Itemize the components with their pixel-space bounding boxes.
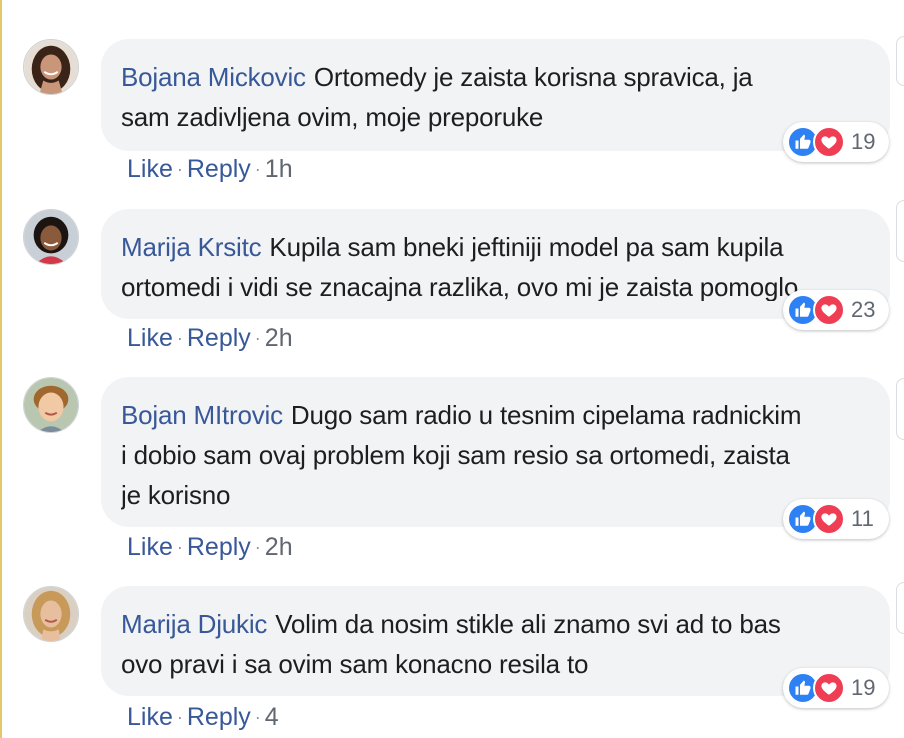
avatar[interactable] — [23, 209, 79, 265]
separator-dot: · — [176, 537, 183, 557]
comment-text: sam zadivljena ovim, moje preporuke — [121, 102, 544, 132]
separator-dot: · — [176, 328, 183, 348]
comment-actions: Like · Reply · 1h — [127, 154, 293, 184]
separator-dot: · — [176, 707, 183, 727]
comment-text: Volim da nosim stikle ali znamo svi ad t… — [275, 609, 781, 639]
comment-actions: Like · Reply · 4 — [127, 702, 279, 732]
comment-timestamp[interactable]: 1h — [265, 154, 293, 184]
like-link[interactable]: Like — [127, 532, 173, 562]
avatar[interactable] — [23, 39, 79, 95]
reaction-count: 19 — [851, 675, 876, 700]
comment-author[interactable]: Bojana Mickovic — [121, 62, 306, 92]
reply-link[interactable]: Reply — [187, 154, 251, 184]
heart-icon — [813, 503, 845, 535]
reply-link[interactable]: Reply — [187, 532, 251, 562]
comment-bubble: Marija Djukic Volim da nosim stikle ali z… — [101, 586, 890, 708]
reactions-summary[interactable]: 11 — [783, 499, 889, 539]
comment-text: ovo pravi i sa ovim sam konacno resila t… — [121, 649, 589, 679]
reactions-summary[interactable]: 19 — [783, 668, 889, 708]
separator-dot: · — [254, 328, 261, 348]
reactions-summary[interactable]: 19 — [783, 122, 889, 162]
comment-author[interactable]: Marija Djukic — [121, 609, 267, 639]
like-link[interactable]: Like — [127, 323, 173, 353]
comment-timestamp[interactable]: 2h — [265, 532, 293, 562]
heart-icon — [813, 294, 845, 326]
separator-dot: · — [254, 537, 261, 557]
comment-line: ortomedi i vidi se znacajna razlika, ovo… — [121, 267, 870, 301]
adjacent-card-edge — [896, 378, 904, 440]
avatar[interactable] — [23, 377, 79, 433]
comment-line: Bojana Mickovic Ortomedy je zaista korisn… — [121, 57, 870, 97]
comment-line: je korisno — [121, 475, 870, 515]
adjacent-card-edge — [896, 200, 904, 262]
comment-text: ortomedi i vidi se znacajna razlika, ovo… — [121, 272, 799, 301]
comment-bubble: Bojan MItrovic Dugo sam radio u tesnim ci… — [101, 377, 890, 539]
heart-icon — [813, 672, 845, 704]
avatar[interactable] — [23, 586, 79, 642]
left-border-accent — [0, 0, 2, 738]
reaction-count: 19 — [851, 129, 876, 154]
like-link[interactable]: Like — [127, 154, 173, 184]
comment-text: Kupila sam bneki jeftiniji model pa sam … — [269, 232, 784, 262]
comment-line: ovo pravi i sa ovim sam konacno resila t… — [121, 644, 870, 684]
adjacent-card-edge — [896, 582, 904, 634]
reply-link[interactable]: Reply — [187, 323, 251, 353]
adjacent-card-edge — [896, 36, 904, 86]
separator-dot: · — [254, 159, 261, 179]
like-link[interactable]: Like — [127, 702, 173, 732]
comment-line: Marija Krsitc Kupila sam bneki jeftiniji … — [121, 227, 870, 267]
comment-text: i dobio sam ovaj problem koji sam resio … — [121, 440, 790, 470]
comment-line: Marija Djukic Volim da nosim stikle ali z… — [121, 604, 870, 644]
separator-dot: · — [176, 159, 183, 179]
comment-author[interactable]: Marija Krsitc — [121, 232, 262, 262]
comment-timestamp[interactable]: 2h — [265, 323, 293, 353]
heart-icon — [813, 126, 845, 158]
comment-bubble: Bojana Mickovic Ortomedy je zaista korisn… — [101, 39, 890, 162]
reply-link[interactable]: Reply — [187, 702, 251, 732]
reaction-count: 11 — [851, 506, 874, 531]
comment-author[interactable]: Bojan MItrovic — [121, 400, 283, 430]
reactions-summary[interactable]: 23 — [783, 290, 889, 330]
comment-line: Bojan MItrovic Dugo sam radio u tesnim ci… — [121, 395, 870, 435]
comment-line: sam zadivljena ovim, moje preporuke — [121, 97, 870, 137]
separator-dot: · — [254, 707, 261, 727]
comment-text: Dugo sam radio u tesnim cipelama radnick… — [290, 400, 802, 430]
comment-text: je korisno — [121, 480, 231, 510]
comment-bubble: Marija Krsitc Kupila sam bneki jeftiniji … — [101, 209, 890, 330]
reaction-count: 23 — [851, 297, 876, 322]
comment-timestamp[interactable]: 4 — [265, 702, 279, 732]
comment-text: Ortomedy je zaista korisna spravica, ja — [313, 62, 753, 92]
comment-actions: Like · Reply · 2h — [127, 323, 293, 353]
comment-actions: Like · Reply · 2h — [127, 532, 293, 562]
comment-line: i dobio sam ovaj problem koji sam resio … — [121, 435, 870, 475]
